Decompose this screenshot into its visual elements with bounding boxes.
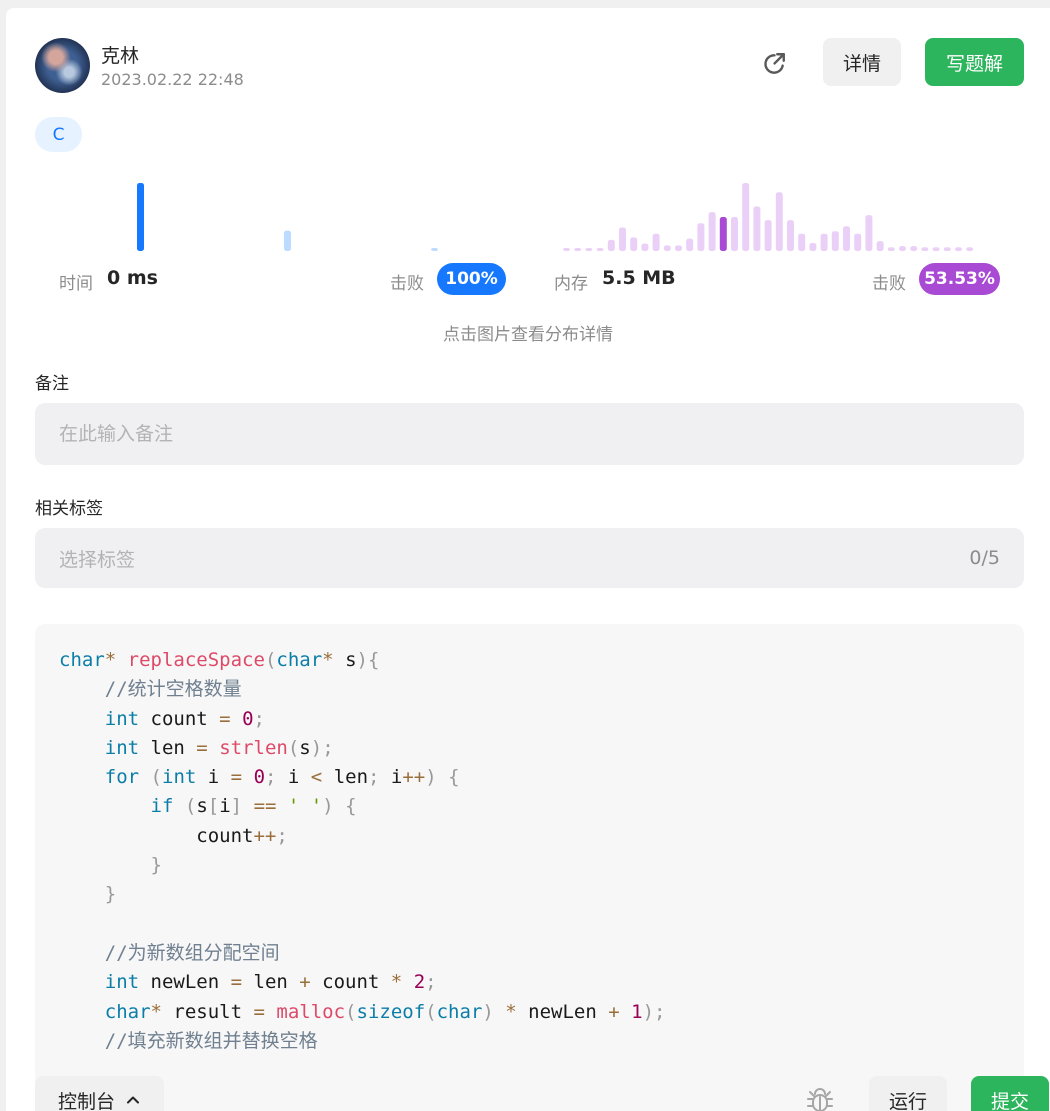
memory-distribution-bar[interactable] bbox=[675, 245, 682, 251]
avatar[interactable] bbox=[35, 38, 90, 93]
console-button[interactable]: 控制台 bbox=[35, 1076, 164, 1111]
write-solution-button[interactable]: 写题解 bbox=[925, 38, 1024, 86]
tag-select-placeholder: 选择标签 bbox=[59, 548, 136, 571]
memory-value: 5.5 MB bbox=[602, 267, 676, 289]
user-name[interactable]: 克林 bbox=[101, 41, 139, 68]
memory-distribution-bar[interactable] bbox=[731, 217, 738, 251]
memory-distribution-bar[interactable] bbox=[719, 217, 727, 251]
submit-button[interactable]: 提交 bbox=[971, 1076, 1049, 1111]
memory-distribution-bar[interactable] bbox=[607, 239, 615, 251]
memory-distribution-bar[interactable] bbox=[708, 212, 716, 251]
memory-distribution-bar[interactable] bbox=[652, 233, 660, 251]
time-value: 0 ms bbox=[107, 267, 158, 289]
memory-distribution-bar[interactable] bbox=[619, 227, 626, 252]
memory-distribution-bar[interactable] bbox=[921, 247, 929, 251]
share-icon bbox=[764, 53, 785, 74]
memory-distribution-bar[interactable] bbox=[641, 243, 649, 251]
memory-beat-label: 击败 bbox=[872, 274, 906, 294]
time-distribution-bar[interactable] bbox=[431, 248, 438, 251]
memory-beat-badge: 53.53% bbox=[919, 263, 1000, 295]
memory-distribution-bar[interactable] bbox=[574, 248, 582, 251]
time-beat-badge: 100% bbox=[437, 263, 506, 295]
share-button[interactable] bbox=[760, 50, 788, 78]
memory-distribution-bar[interactable] bbox=[630, 237, 638, 251]
memory-distribution-bar[interactable] bbox=[596, 248, 604, 251]
post-time: 2023.02.22 22:48 bbox=[101, 70, 244, 89]
tag-select[interactable]: 选择标签 0/5 bbox=[35, 528, 1024, 588]
language-tag[interactable]: C bbox=[35, 117, 82, 152]
details-button[interactable]: 详情 bbox=[823, 38, 901, 86]
memory-label: 内存 bbox=[554, 274, 588, 294]
console-label: 控制台 bbox=[57, 1090, 115, 1111]
time-beat-label: 击败 bbox=[390, 274, 424, 294]
tag-count: 0/5 bbox=[969, 547, 1000, 569]
memory-distribution-bar[interactable] bbox=[585, 248, 593, 251]
memory-distribution-bar[interactable] bbox=[686, 238, 694, 251]
memory-distribution-bar[interactable] bbox=[887, 247, 895, 251]
note-input[interactable] bbox=[35, 403, 1024, 465]
memory-distribution-bar[interactable] bbox=[955, 247, 962, 251]
distribution-hint[interactable]: 点击图片查看分布详情 bbox=[6, 320, 1050, 345]
time-distribution-bar[interactable] bbox=[137, 183, 144, 251]
memory-distribution-bar[interactable] bbox=[932, 247, 940, 251]
memory-distribution-bar[interactable] bbox=[663, 245, 671, 251]
memory-distribution-bar[interactable] bbox=[764, 220, 772, 251]
solution-card: 克林 2023.02.22 22:48 详情 写题解 C 时间 0 ms 击败 … bbox=[6, 8, 1050, 1111]
code-editor[interactable]: char* replaceSpace(char* s){ //统计空格数量 in… bbox=[35, 624, 1024, 1111]
time-label: 时间 bbox=[59, 274, 93, 294]
memory-distribution-bar[interactable] bbox=[820, 233, 828, 251]
memory-distribution-bar[interactable] bbox=[876, 241, 884, 251]
memory-distribution-bar[interactable] bbox=[899, 246, 906, 251]
code-content[interactable]: char* replaceSpace(char* s){ //统计空格数量 in… bbox=[35, 624, 1024, 1056]
chevron-up-icon bbox=[127, 1096, 139, 1104]
debug-button[interactable] bbox=[804, 1085, 836, 1111]
memory-distribution-bar[interactable] bbox=[943, 247, 951, 251]
memory-distribution-bar[interactable] bbox=[865, 215, 873, 251]
memory-distribution-bar[interactable] bbox=[742, 183, 750, 251]
memory-distribution-bar[interactable] bbox=[910, 246, 918, 251]
memory-distribution-bar[interactable] bbox=[798, 233, 806, 251]
time-distribution-bar[interactable] bbox=[284, 230, 291, 251]
note-title: 备注 bbox=[35, 374, 69, 394]
memory-distribution-bar[interactable] bbox=[854, 233, 862, 251]
memory-distribution-bar[interactable] bbox=[563, 248, 570, 251]
memory-distribution-bar[interactable] bbox=[966, 247, 974, 251]
bug-icon bbox=[807, 1088, 833, 1111]
run-button[interactable]: 运行 bbox=[869, 1076, 947, 1111]
distribution-charts[interactable] bbox=[35, 173, 1015, 259]
memory-distribution-bar[interactable] bbox=[809, 243, 817, 251]
memory-distribution-bar[interactable] bbox=[787, 220, 794, 251]
memory-distribution-bar[interactable] bbox=[697, 223, 705, 251]
memory-distribution-bar[interactable] bbox=[831, 231, 839, 251]
memory-distribution-bar[interactable] bbox=[753, 206, 761, 252]
tags-title: 相关标签 bbox=[35, 499, 103, 519]
memory-distribution-bar[interactable] bbox=[775, 192, 783, 251]
memory-distribution-bar[interactable] bbox=[843, 226, 850, 251]
